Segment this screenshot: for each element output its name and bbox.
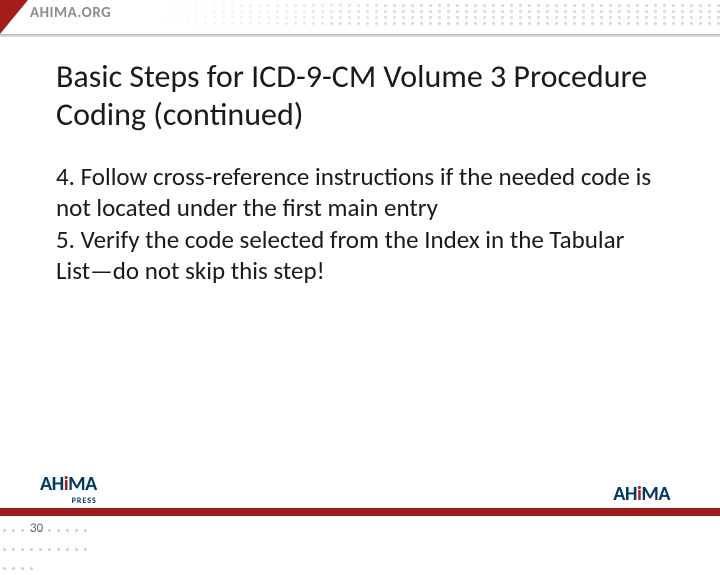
bullet-4: 4. Follow cross-reference instructions i… (56, 162, 660, 223)
top-corner-accent (0, 0, 28, 34)
logo-text-rest: MA (68, 472, 97, 496)
decorative-dots-top: // generate top dot rows after data bind… (150, 2, 720, 30)
slide-body: 4. Follow cross-reference instructions i… (56, 162, 660, 288)
header-divider (0, 34, 720, 37)
top-bar: AHIMA.ORG // generate top dot rows after… (0, 0, 720, 34)
logo-text: AH (40, 472, 64, 496)
bullet-5: 5. Verify the code selected from the Ind… (56, 225, 660, 286)
decorative-dots-bottom (0, 518, 90, 540)
logo-subtext: PRESS (40, 496, 97, 506)
site-brand: AHIMA.ORG (30, 4, 111, 22)
footer-logo-left: AHiMA PRESS (40, 472, 97, 506)
footer-logo-right: AHiMA (613, 482, 670, 506)
logo-text-rest: MA (641, 482, 670, 506)
footer-red-bar (0, 508, 720, 516)
slide-title: Basic Steps for ICD-9-CM Volume 3 Proced… (56, 58, 670, 135)
page-number: 30 (30, 521, 43, 536)
logo-text: AH (613, 482, 637, 506)
footer: AHiMA PRESS AHiMA 30 (0, 462, 720, 540)
